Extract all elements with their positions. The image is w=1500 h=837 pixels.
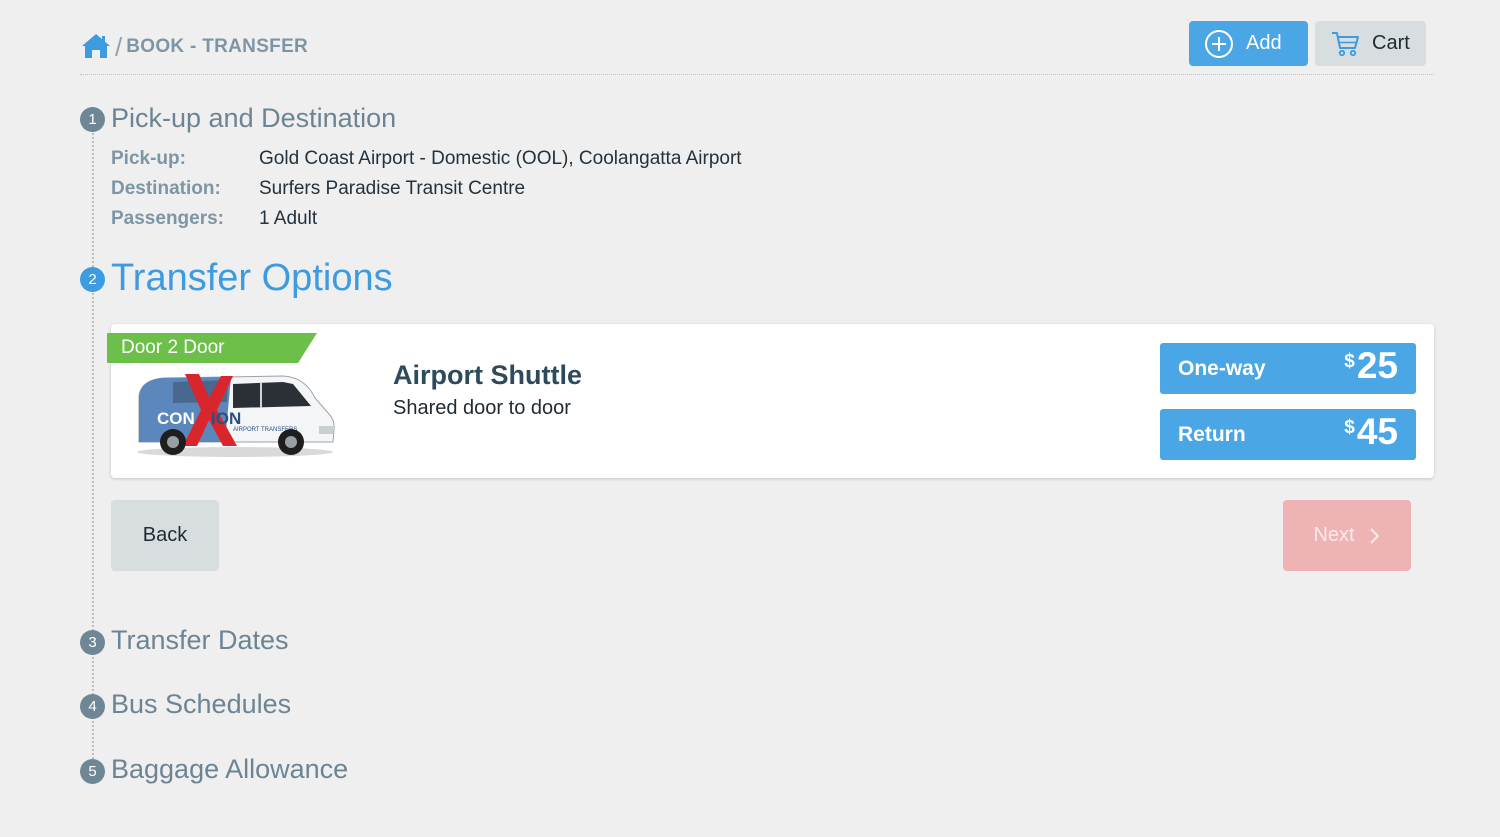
detail-label: Pick-up: (111, 148, 186, 169)
detail-value: Gold Coast Airport - Domestic (OOL), Coo… (259, 148, 742, 169)
step-5-number: 5 (80, 759, 105, 784)
price-label: Return (1178, 423, 1246, 446)
detail-destination: Destination: Surfers Paradise Transit Ce… (111, 178, 525, 200)
shuttle-van-image: CON ION AIRPORT TRANSFERS (133, 368, 338, 460)
next-button[interactable]: Next (1283, 500, 1411, 571)
step-3-title: Transfer Dates (111, 625, 289, 655)
breadcrumb: / BOOK - TRANSFER (80, 30, 309, 62)
step-5-title: Baggage Allowance (111, 754, 349, 784)
detail-passengers: Passengers: 1 Adult (111, 208, 317, 230)
option-ribbon: Door 2 Door (107, 333, 317, 363)
step-1-number: 1 (80, 107, 105, 132)
page-header: / BOOK - TRANSFER Add Cart (80, 20, 1434, 75)
step-4-number: 4 (80, 694, 105, 719)
detail-pickup: Pick-up: Gold Coast Airport - Domestic (… (111, 148, 742, 170)
step-3-number: 3 (80, 630, 105, 655)
one-way-price-button[interactable]: One-way $25 (1160, 343, 1416, 394)
back-button[interactable]: Back (111, 500, 219, 571)
price-value: $25 (1344, 345, 1398, 386)
cart-button-label: Cart (1372, 32, 1410, 54)
price-value: $45 (1344, 411, 1398, 452)
home-icon[interactable] (80, 32, 112, 60)
step-2-title: Transfer Options (111, 257, 393, 299)
detail-label: Destination: (111, 178, 221, 199)
step-1-title[interactable]: Pick-up and Destination (111, 103, 396, 134)
svg-text:CON: CON (157, 409, 195, 428)
svg-text:ION: ION (211, 409, 241, 428)
plus-circle-icon (1204, 29, 1234, 59)
detail-value: 1 Adult (259, 208, 318, 229)
breadcrumb-separator: / (115, 32, 123, 62)
cart-icon (1330, 30, 1360, 58)
option-title: Airport Shuttle (393, 360, 582, 390)
step-2-number: 2 (80, 267, 105, 292)
return-price-button[interactable]: Return $45 (1160, 409, 1416, 460)
step-4-title: Bus Schedules (111, 689, 292, 719)
breadcrumb-current: BOOK - TRANSFER (126, 35, 309, 57)
chevron-right-icon (1369, 527, 1381, 545)
detail-label: Passengers: (111, 208, 225, 229)
price-label: One-way (1178, 357, 1266, 380)
step-timeline-line (92, 130, 94, 770)
transfer-option-card: Door 2 Door CON ION AIRPORT TRANSFERS Ai… (107, 324, 1434, 478)
add-button[interactable]: Add (1189, 21, 1308, 66)
add-button-label: Add (1246, 32, 1282, 54)
detail-value: Surfers Paradise Transit Centre (259, 178, 526, 199)
next-button-label: Next (1313, 524, 1355, 546)
option-subtitle: Shared door to door (393, 397, 571, 419)
cart-button[interactable]: Cart (1315, 21, 1426, 66)
